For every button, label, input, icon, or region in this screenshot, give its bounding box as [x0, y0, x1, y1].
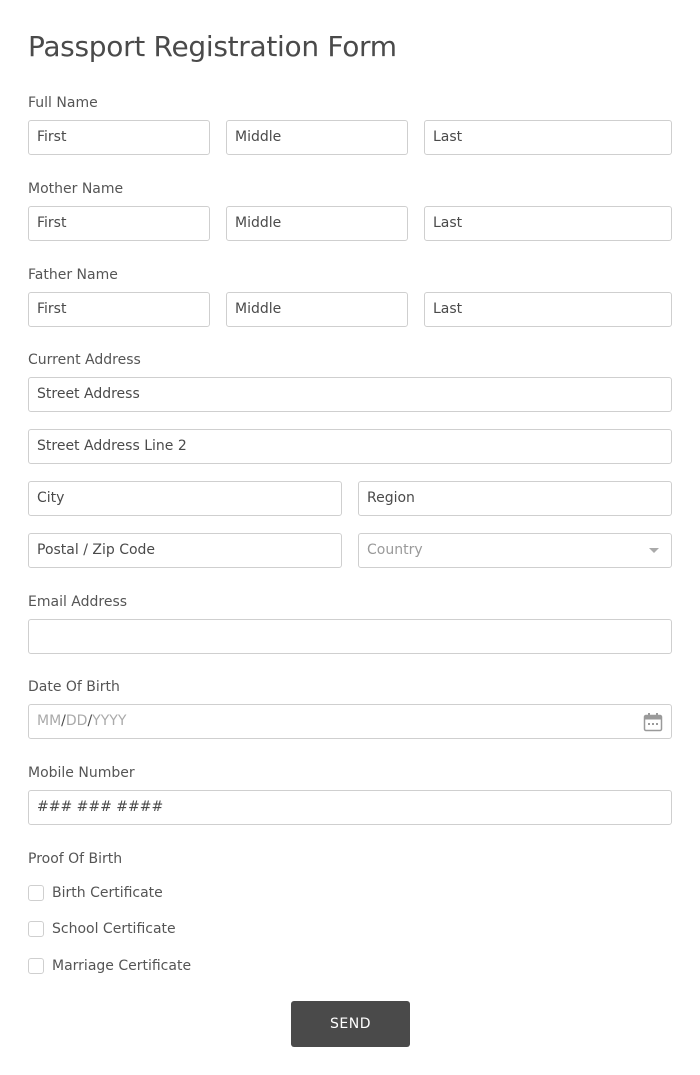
checkbox-label: School Certificate: [52, 921, 176, 937]
checkbox[interactable]: [28, 885, 44, 901]
page-title: Passport Registration Form: [28, 30, 397, 63]
full-name-first-input[interactable]: First: [28, 120, 210, 155]
father-name-label: Father Name: [28, 267, 118, 283]
email-input[interactable]: [28, 619, 672, 654]
checkbox-label: Birth Certificate: [52, 885, 163, 901]
dob-input[interactable]: MM/DD/YYYY: [28, 704, 672, 739]
father-name-last-input[interactable]: Last: [424, 292, 672, 327]
mother-name-label: Mother Name: [28, 181, 124, 197]
dob-day-placeholder: DD: [65, 713, 88, 729]
country-select-value: Country: [367, 542, 423, 558]
address-label: Current Address: [28, 352, 141, 368]
mobile-label: Mobile Number: [28, 765, 135, 781]
chevron-down-icon: [649, 548, 659, 553]
checkbox[interactable]: [28, 921, 44, 937]
checkbox-birth-certificate[interactable]: Birth Certificate: [28, 883, 163, 903]
calendar-icon[interactable]: [643, 712, 663, 732]
dob-label: Date Of Birth: [28, 679, 120, 695]
full-name-middle-input[interactable]: Middle: [226, 120, 408, 155]
mobile-input[interactable]: ### ### ####: [28, 790, 672, 825]
checkbox[interactable]: [28, 958, 44, 974]
street-address-input[interactable]: Street Address: [28, 377, 672, 412]
father-name-middle-input[interactable]: Middle: [226, 292, 408, 327]
street-address-line2-input[interactable]: Street Address Line 2: [28, 429, 672, 464]
mother-name-last-input[interactable]: Last: [424, 206, 672, 241]
father-name-first-input[interactable]: First: [28, 292, 210, 327]
checkbox-marriage-certificate[interactable]: Marriage Certificate: [28, 956, 191, 976]
city-input[interactable]: City: [28, 481, 342, 516]
region-input[interactable]: Region: [358, 481, 672, 516]
full-name-label: Full Name: [28, 95, 98, 111]
dob-month-placeholder: MM: [37, 713, 62, 729]
postal-code-input[interactable]: Postal / Zip Code: [28, 533, 342, 568]
send-button[interactable]: SEND: [291, 1001, 410, 1047]
full-name-last-input[interactable]: Last: [424, 120, 672, 155]
checkbox-label: Marriage Certificate: [52, 958, 192, 974]
checkbox-school-certificate[interactable]: School Certificate: [28, 919, 176, 939]
dob-year-placeholder: YYYY: [92, 713, 127, 729]
mother-name-first-input[interactable]: First: [28, 206, 210, 241]
mother-name-middle-input[interactable]: Middle: [226, 206, 408, 241]
country-select[interactable]: Country: [358, 533, 672, 568]
email-label: Email Address: [28, 594, 128, 610]
proof-of-birth-label: Proof Of Birth: [28, 851, 123, 867]
